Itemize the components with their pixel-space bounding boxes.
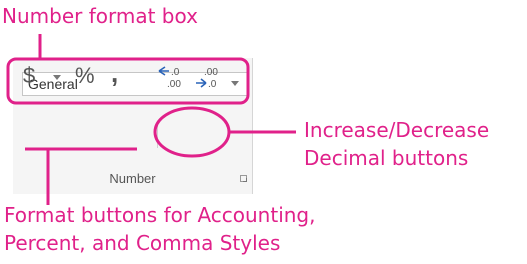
annotation-overlay [6,34,296,205]
number-format-highlight-box [6,57,250,105]
decimal-buttons-highlight-ellipse [153,106,231,158]
